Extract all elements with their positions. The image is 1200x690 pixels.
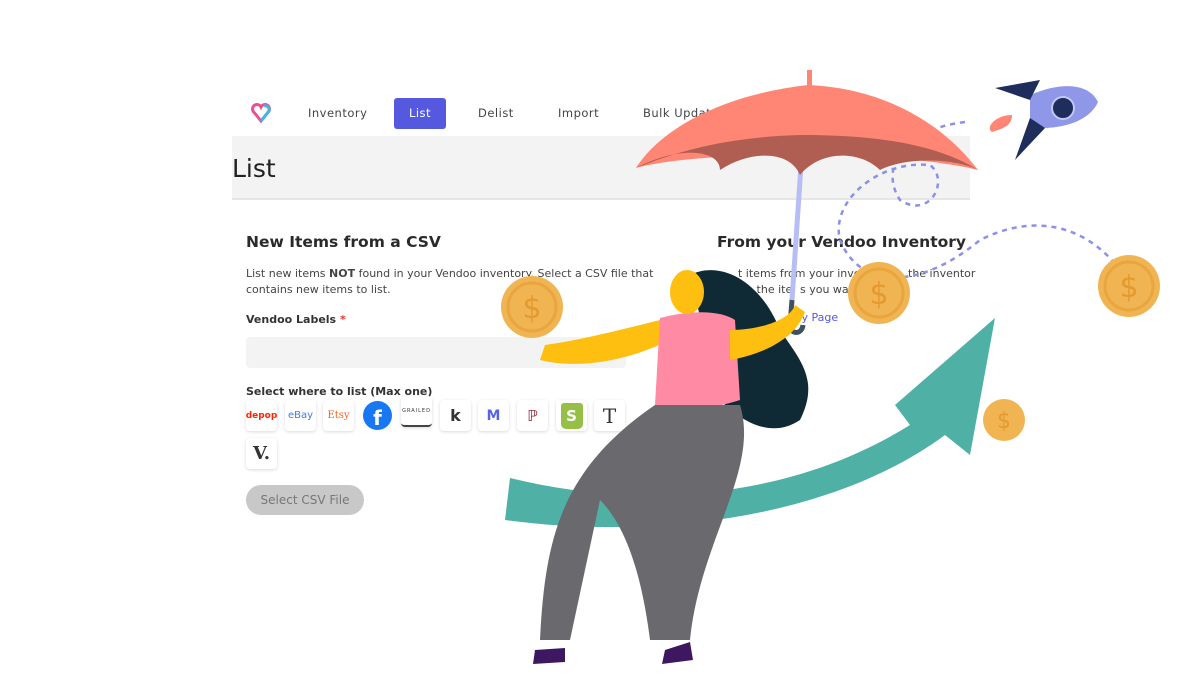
svg-text:$: $ bbox=[869, 277, 888, 312]
svg-text:$: $ bbox=[997, 409, 1011, 434]
rocket-icon bbox=[989, 80, 1098, 160]
woman-figure bbox=[533, 270, 809, 664]
coin-icon: $ bbox=[848, 262, 910, 324]
coin-icon: $ bbox=[501, 276, 563, 338]
coin-icon: $ bbox=[983, 399, 1025, 441]
coin-icon: $ bbox=[1098, 255, 1160, 317]
illustration: $ $ $ $ bbox=[501, 70, 1160, 664]
svg-text:$: $ bbox=[522, 291, 541, 326]
svg-text:$: $ bbox=[1119, 270, 1138, 305]
